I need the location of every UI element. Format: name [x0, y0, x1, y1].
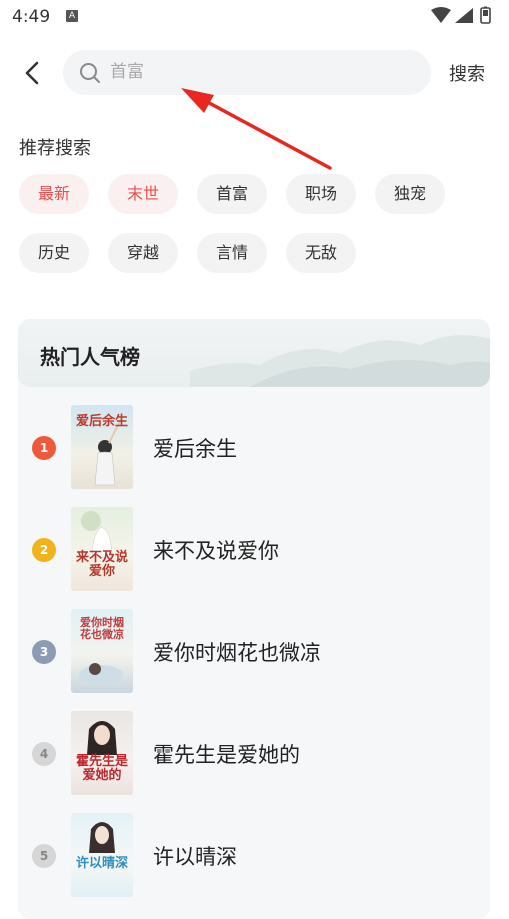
- search-input[interactable]: [110, 50, 410, 95]
- search-box[interactable]: [63, 50, 431, 95]
- rank-badge: 5: [32, 844, 56, 868]
- rank-badge: 3: [32, 640, 56, 664]
- ranking-row[interactable]: 5 许以晴深 许以晴深: [18, 807, 490, 903]
- cover-title: 爱后余生: [75, 414, 128, 429]
- search-icon: [80, 63, 100, 83]
- cover-illustration: [89, 822, 115, 853]
- tag-item[interactable]: 职场: [286, 174, 356, 214]
- ranking-row[interactable]: 1 爱后余生 爱后余生: [18, 399, 490, 495]
- tag-item[interactable]: 言情: [197, 233, 267, 273]
- status-time: 4:49: [12, 7, 51, 27]
- book-title: 爱你时烟花也微凉: [153, 641, 321, 665]
- tag-item[interactable]: 独宠: [375, 174, 445, 214]
- rank-badge: 1: [32, 436, 56, 460]
- mountain-decoration: [190, 335, 490, 387]
- tag-item[interactable]: 无敌: [286, 233, 356, 273]
- search-button[interactable]: 搜索: [449, 60, 485, 86]
- cellular-icon: [455, 8, 473, 23]
- status-icons: [431, 6, 491, 24]
- ranking-title: 热门人气榜: [40, 345, 140, 369]
- recommend-search-title: 推荐搜索: [19, 138, 91, 159]
- tag-item[interactable]: 末世: [108, 174, 178, 214]
- rank-badge: 2: [32, 538, 56, 562]
- tag-item[interactable]: 历史: [19, 233, 89, 273]
- book-title: 许以晴深: [153, 845, 237, 869]
- book-title: 爱后余生: [153, 437, 237, 461]
- cover-title: 来不及说爱你: [75, 550, 128, 579]
- book-title: 来不及说爱你: [153, 539, 279, 563]
- ranking-row[interactable]: 4 霍先生是爱她的 霍先生是爱她的: [18, 705, 490, 801]
- tag-item[interactable]: 最新: [19, 174, 89, 214]
- back-arrow-icon[interactable]: [16, 56, 50, 90]
- book-cover: 许以晴深: [71, 813, 133, 897]
- notification-icon: A: [66, 10, 78, 22]
- tag-item[interactable]: 首富: [197, 174, 267, 214]
- ranking-row[interactable]: 2 来不及说爱你 来不及说爱你: [18, 501, 490, 597]
- cover-title: 霍先生是爱她的: [75, 754, 128, 783]
- status-bar: 4:49 A: [0, 0, 509, 34]
- book-cover: 爱后余生: [71, 405, 133, 489]
- book-cover: 爱你时烟花也微凉: [71, 609, 133, 693]
- hot-ranking-card: 热门人气榜 1 爱后余生 爱后余生 2 来不及说爱你 来不及说爱你 3 爱你时烟…: [18, 319, 490, 919]
- tag-item[interactable]: 穿越: [108, 233, 178, 273]
- search-bar-row: 搜索: [0, 48, 509, 98]
- book-cover: 霍先生是爱她的: [71, 711, 133, 795]
- ranking-header: 热门人气榜: [18, 319, 490, 387]
- book-cover: 来不及说爱你: [71, 507, 133, 591]
- ranking-row[interactable]: 3 爱你时烟花也微凉 爱你时烟花也微凉: [18, 603, 490, 699]
- cover-title: 许以晴深: [75, 856, 128, 871]
- wifi-icon: [431, 7, 451, 23]
- book-title: 霍先生是爱她的: [153, 743, 300, 767]
- cover-title: 爱你时烟花也微凉: [80, 616, 124, 641]
- rank-badge: 4: [32, 742, 56, 766]
